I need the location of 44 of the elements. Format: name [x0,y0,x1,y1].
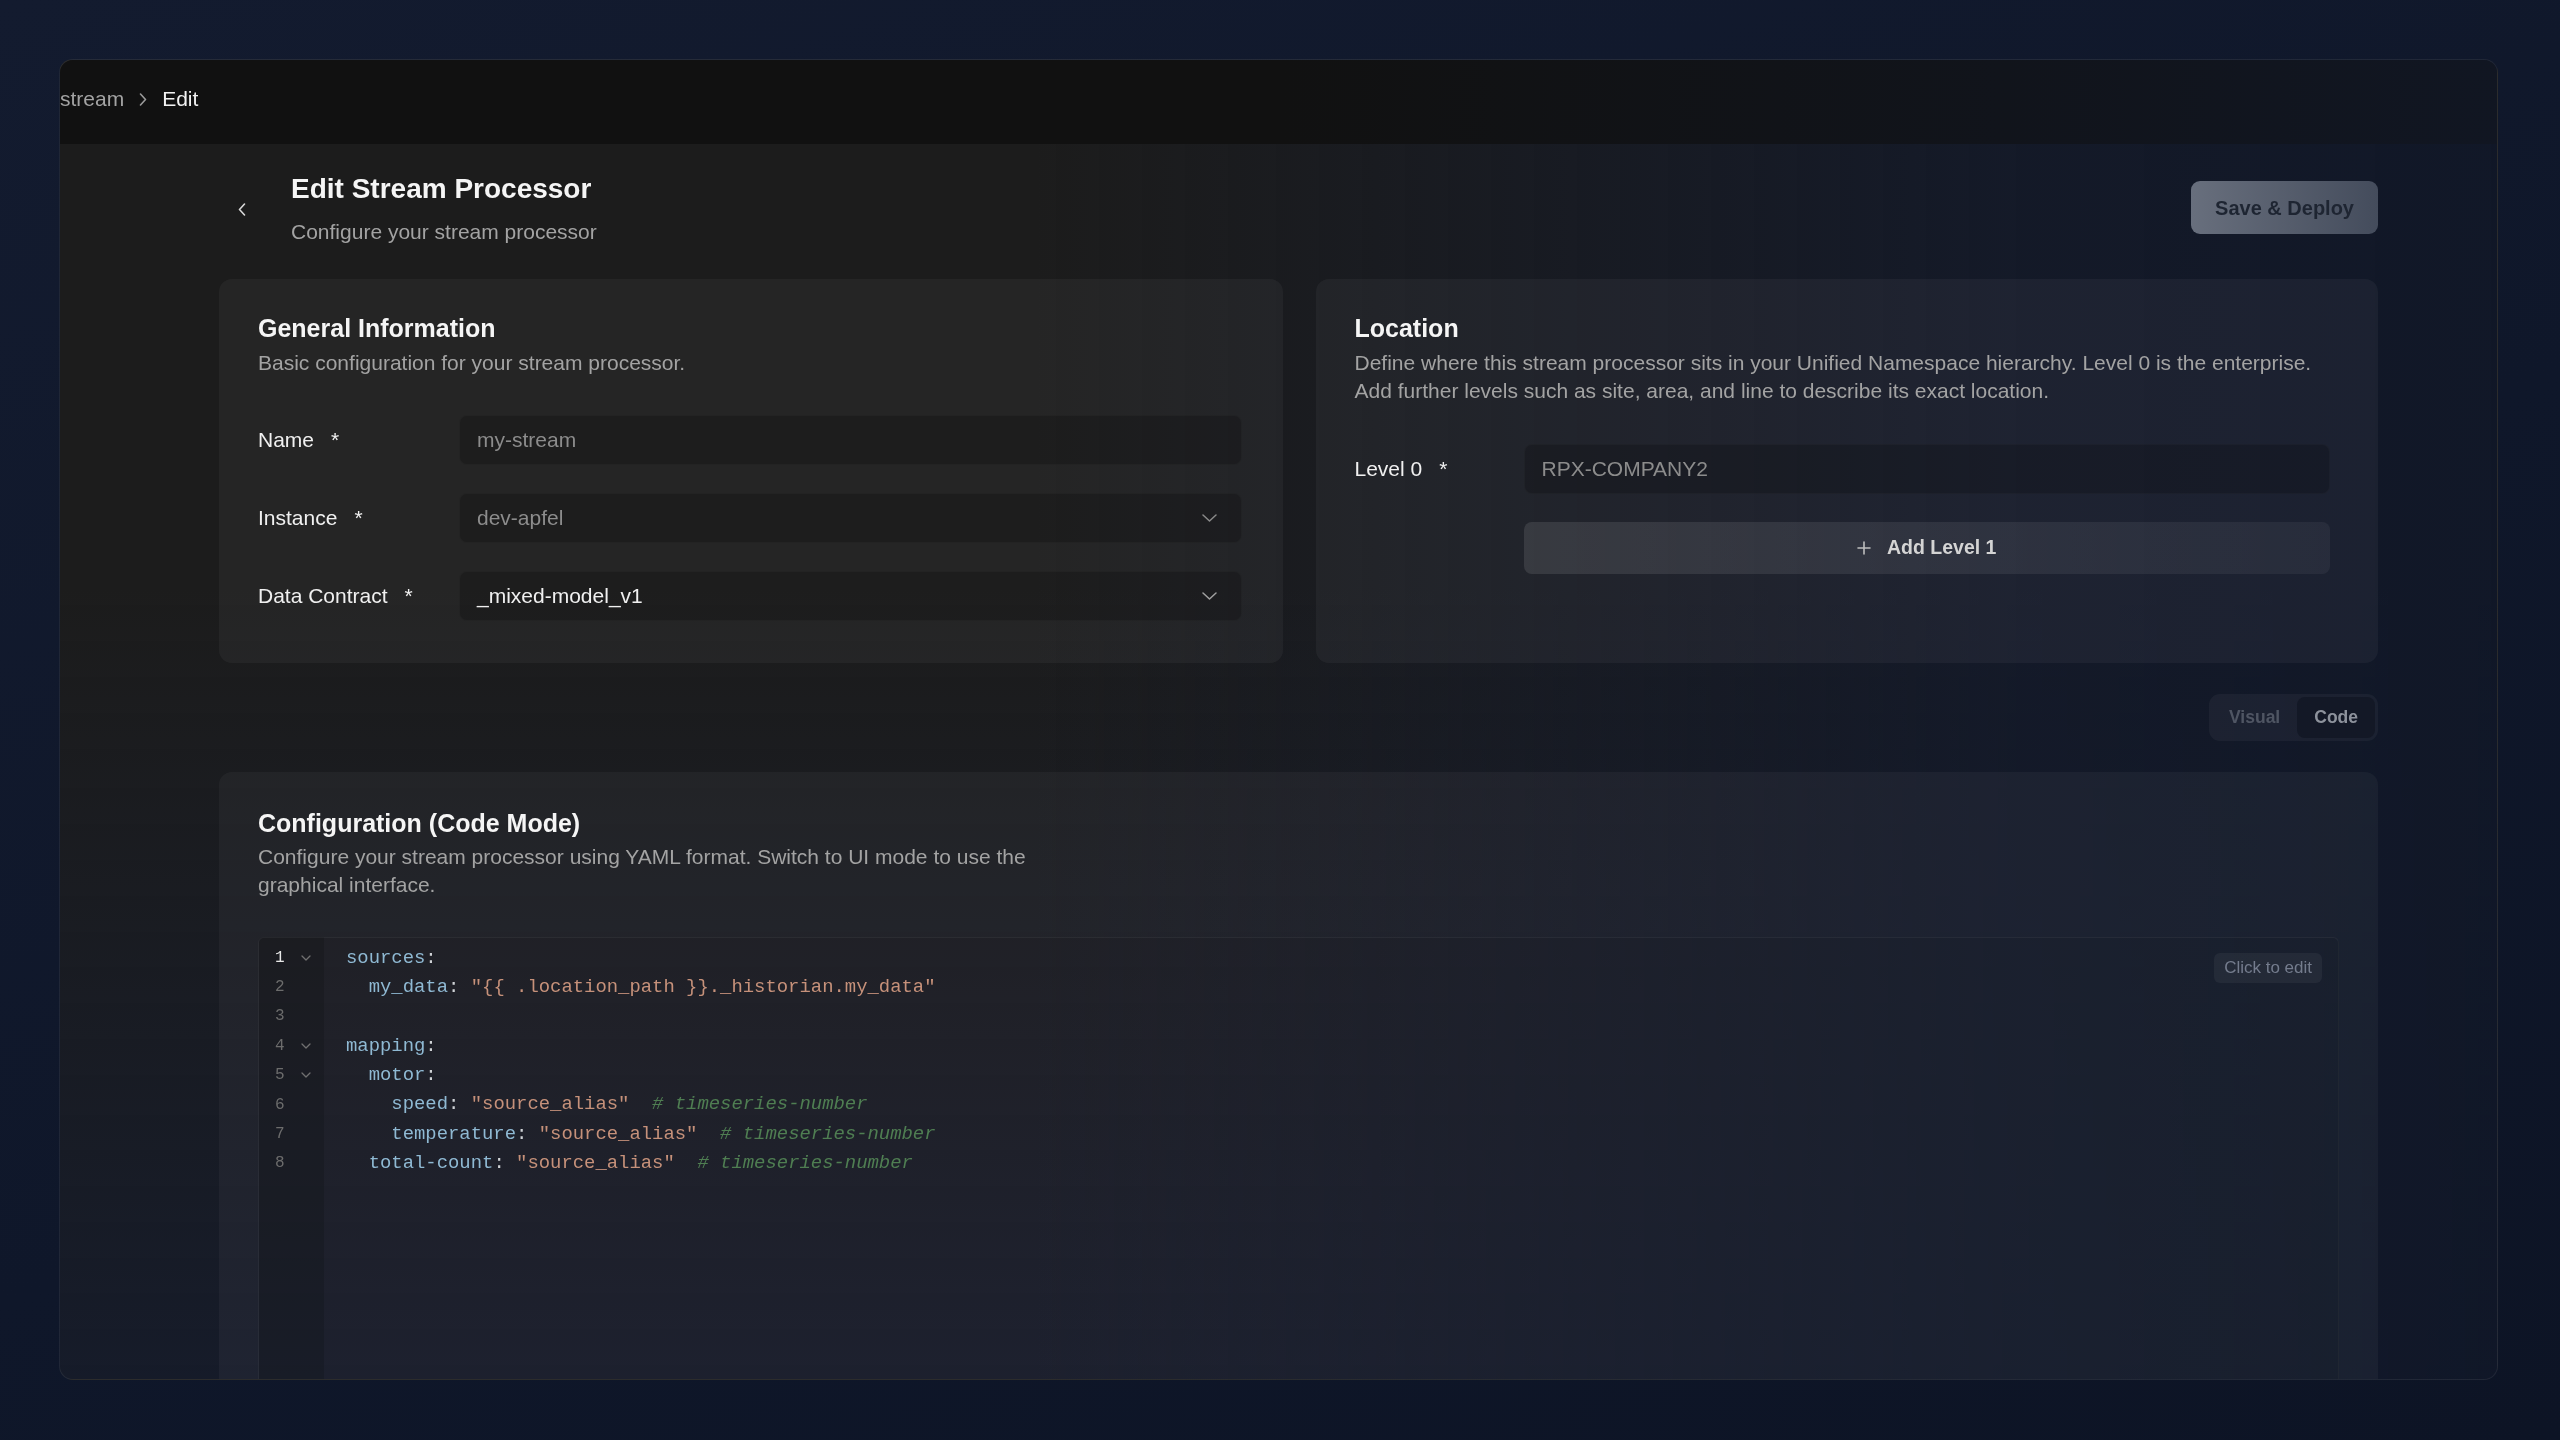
required-asterisk: * [1439,456,1448,483]
chevron-left-icon [238,202,246,216]
page-title: Edit Stream Processor [291,172,593,206]
chevron-down-icon[interactable] [301,1072,311,1079]
chevron-down-icon[interactable] [301,954,311,961]
chevron-right-icon [139,92,148,106]
line-number: 1 [275,947,286,969]
line-number: 4 [275,1035,286,1057]
code-line: motor: [368,1063,437,1089]
breadcrumb-current: Edit [162,86,199,113]
line-number: 3 [275,1006,286,1028]
field-label: Instance [258,505,338,532]
card-description: Basic configuration for your stream processor. [258,350,687,376]
line-number: 7 [275,1124,286,1146]
required-asterisk: * [354,505,363,532]
chevron-down-icon[interactable] [301,1042,311,1049]
code-line: temperature: "source_alias" # timeseries-number [391,1121,936,1147]
field-label: Data Contract [258,583,388,610]
chevron-down-icon[interactable] [1201,592,1217,600]
add-level-button[interactable]: Add Level 1 [1523,522,2330,574]
view-tab[interactable]: Code [2297,697,2375,738]
line-number: 6 [275,1094,286,1116]
line-number: 2 [275,977,286,999]
card-title: Location [1354,313,1460,343]
code-line: sources: [346,945,437,971]
card-description: Configure your stream processor using YAML format. Switch to UI mode to use the graphical interface. [258,844,1027,898]
field-label: Name [258,427,315,454]
card-title: Configuration (Code Mode) [258,808,582,838]
breadcrumb-link[interactable]: stream [60,83,125,115]
line-number: 5 [275,1065,286,1087]
select-field[interactable]: _mixed-model_v1 [459,571,1242,621]
card-description: Define where this stream processor sits in your Unified Namespace hierarchy. Level 0 is the enterprise. Add further levels such as site, area, and line to describe its exact location. [1354,350,2313,404]
line-number: 8 [275,1153,286,1175]
code-line: speed: "source_alias" # timeseries-number [391,1092,868,1118]
click-to-edit-button[interactable]: Click to edit [2214,953,2322,983]
code-line: total-count: "source_alias" # timeseries-number [368,1151,913,1177]
code-line: mapping: [346,1033,437,1059]
required-asterisk: * [404,583,413,610]
required-asterisk: * [331,427,340,454]
plus-icon [1857,541,1871,555]
code-line: my_data: "{{ .location_path }}._historian.my_data" [368,974,936,1000]
field-label: Level 0 [1354,456,1423,483]
page-subtitle: Configure your stream processor [291,219,597,245]
card-title: General Information [258,313,497,343]
